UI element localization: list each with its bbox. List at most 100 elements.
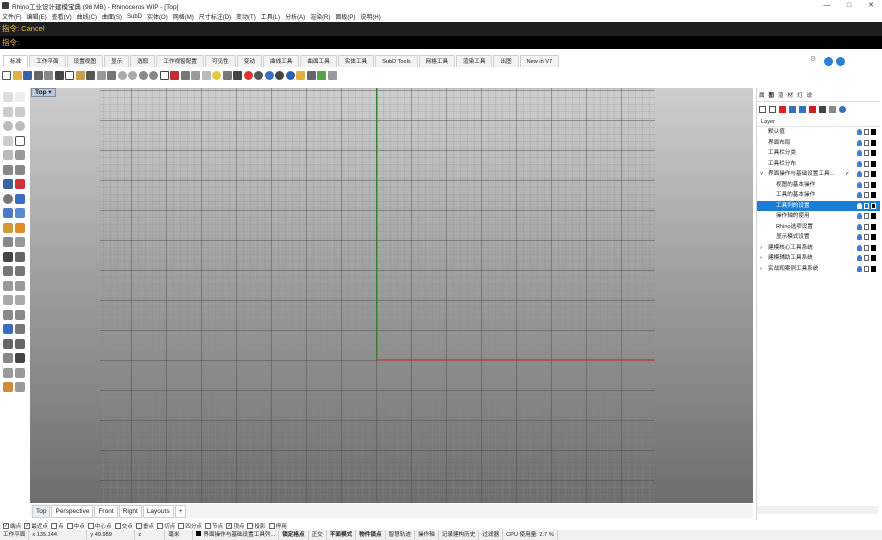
zoom-window-icon[interactable] bbox=[128, 70, 137, 80]
osnap-checkbox[interactable] bbox=[247, 522, 254, 529]
circle-icon[interactable] bbox=[3, 121, 13, 131]
command-prompt[interactable]: 指令: bbox=[0, 36, 882, 49]
boolean-icon[interactable] bbox=[15, 208, 25, 218]
new-sublayer-icon[interactable] bbox=[769, 105, 776, 113]
copy-tool-icon[interactable] bbox=[15, 295, 25, 305]
copy-icon[interactable] bbox=[65, 70, 74, 80]
osnap-checkbox[interactable] bbox=[51, 522, 57, 529]
layer-row[interactable]: 显示模式设置 bbox=[757, 232, 880, 243]
status-osnap[interactable]: 物件锁点 bbox=[356, 530, 386, 540]
tools-icon[interactable] bbox=[327, 70, 337, 80]
tab-render-tools[interactable]: 渲染工具 bbox=[456, 55, 493, 67]
sphere-icon[interactable] bbox=[3, 193, 13, 204]
new-layer-icon[interactable] bbox=[759, 105, 766, 113]
mirror-icon[interactable] bbox=[3, 324, 13, 334]
status-smarttrack[interactable]: 智慧轨迹 bbox=[386, 530, 415, 540]
tab-subd-tools[interactable]: SubD Tools bbox=[375, 55, 418, 67]
select-icon[interactable] bbox=[201, 70, 211, 80]
tab-solid-tools[interactable]: 实体工具 bbox=[337, 55, 375, 67]
layer-row[interactable]: 操作轴的使用 bbox=[757, 211, 880, 222]
shade-icon[interactable] bbox=[254, 70, 263, 80]
move-icon[interactable] bbox=[180, 70, 190, 80]
status-layer[interactable]: 界面操作与基础设置工具列... bbox=[193, 530, 280, 540]
zoom-icon[interactable] bbox=[117, 70, 127, 80]
layer-color-swatch[interactable] bbox=[871, 171, 876, 177]
tab-viewport-layout[interactable]: 工作视窗配置 bbox=[156, 55, 204, 67]
print-icon[interactable] bbox=[33, 70, 43, 80]
lock-icon[interactable] bbox=[864, 234, 869, 240]
osnap-checkbox[interactable]: ✓ bbox=[24, 522, 31, 529]
panel-tab-layers[interactable]: 图 bbox=[769, 91, 775, 99]
layer-help-icon[interactable] bbox=[839, 105, 846, 113]
materials-icon[interactable] bbox=[3, 382, 13, 392]
osnap-checkbox[interactable] bbox=[157, 522, 164, 529]
panel-tab-lights[interactable]: 灯 bbox=[797, 91, 803, 99]
osnap-checkbox[interactable]: ✓ bbox=[226, 522, 233, 529]
status-history[interactable]: 记录建构历史 bbox=[439, 530, 480, 540]
freeform-icon[interactable] bbox=[15, 150, 25, 160]
join-icon[interactable] bbox=[3, 280, 13, 291]
ellipse-icon[interactable] bbox=[3, 135, 13, 146]
layer-row[interactable]: 工具栏分布 bbox=[757, 159, 880, 170]
layer-row[interactable]: 视图的基本操作 bbox=[757, 180, 880, 191]
layer-icon[interactable] bbox=[233, 70, 242, 80]
save-icon[interactable] bbox=[23, 70, 32, 80]
menu-edit[interactable]: 编辑(E) bbox=[27, 12, 47, 21]
zoom-extents-icon[interactable] bbox=[138, 70, 148, 80]
panel-scrollbar[interactable] bbox=[757, 506, 878, 514]
layer-color-swatch[interactable] bbox=[871, 244, 876, 251]
layer-expand-toggle[interactable]: › bbox=[760, 253, 762, 264]
undo-icon[interactable] bbox=[86, 70, 95, 80]
pan-icon[interactable] bbox=[96, 70, 106, 80]
loft-icon[interactable] bbox=[15, 179, 25, 189]
arc-icon[interactable] bbox=[15, 121, 25, 131]
layer-color-swatch[interactable] bbox=[871, 181, 876, 188]
move-out-icon[interactable] bbox=[809, 105, 816, 113]
layer-color-swatch[interactable] bbox=[871, 265, 876, 272]
dimension-icon[interactable] bbox=[15, 237, 25, 247]
layer-row[interactable]: › 建模辅助工具系统 bbox=[757, 253, 880, 264]
status-ortho[interactable]: 正交 bbox=[309, 530, 327, 540]
cut-icon[interactable] bbox=[54, 70, 64, 80]
tab-cplanes[interactable]: 工作平面 bbox=[29, 55, 66, 67]
osnap-option[interactable]: 投影 bbox=[247, 522, 266, 530]
zoom-selected-icon[interactable] bbox=[149, 70, 158, 80]
top-viewport[interactable] bbox=[30, 88, 753, 503]
light-icon[interactable] bbox=[285, 70, 295, 80]
render-tool-icon[interactable] bbox=[15, 382, 25, 392]
menu-tools[interactable]: 工具(L) bbox=[261, 12, 280, 21]
menu-mesh[interactable]: 网格(M) bbox=[173, 12, 194, 21]
lock-icon[interactable] bbox=[864, 171, 869, 177]
layer-color-swatch[interactable] bbox=[871, 150, 876, 156]
osnap-option[interactable]: 切点 bbox=[157, 522, 175, 530]
panel-toggle-icon[interactable] bbox=[824, 56, 833, 66]
lock-icon[interactable] bbox=[864, 139, 869, 146]
mesh-icon[interactable] bbox=[191, 70, 200, 80]
lightbulb-icon[interactable] bbox=[857, 160, 862, 167]
trim-icon[interactable] bbox=[3, 266, 13, 276]
rotate-view-icon[interactable] bbox=[107, 70, 116, 80]
lock-icon[interactable] bbox=[864, 223, 869, 230]
render-icon[interactable] bbox=[264, 70, 274, 80]
layer-row[interactable]: › 实战和案例工具系统 bbox=[757, 264, 880, 275]
menu-solid[interactable]: 实体(O) bbox=[147, 12, 168, 21]
import-icon[interactable] bbox=[44, 70, 53, 80]
layer-row[interactable]: 界面布局 bbox=[757, 138, 880, 149]
mesh-tool-icon[interactable] bbox=[3, 222, 13, 233]
layer-row[interactable]: › 建模核心工具系统 bbox=[757, 243, 880, 254]
layer-row[interactable]: 工具栏分类 bbox=[757, 148, 880, 159]
layer-row[interactable]: 默认值 bbox=[757, 127, 880, 138]
lock-icon[interactable] bbox=[864, 255, 869, 261]
fillet-curve-icon[interactable] bbox=[3, 164, 13, 175]
lightbulb-icon[interactable] bbox=[857, 244, 862, 251]
osnap-option[interactable]: ✓ 最近点 bbox=[24, 522, 48, 530]
check-icon[interactable] bbox=[15, 353, 25, 363]
layer-color-swatch[interactable] bbox=[871, 139, 876, 146]
lock-icon[interactable] bbox=[864, 150, 869, 156]
layer-tools-icon[interactable] bbox=[829, 105, 836, 113]
tab-mesh-tools[interactable]: 网格工具 bbox=[418, 55, 456, 67]
osnap-option[interactable]: 点 bbox=[51, 522, 64, 530]
box-icon[interactable] bbox=[15, 193, 25, 204]
osnap-option[interactable]: 交点 bbox=[114, 522, 133, 530]
light-tool-icon[interactable] bbox=[3, 237, 13, 247]
